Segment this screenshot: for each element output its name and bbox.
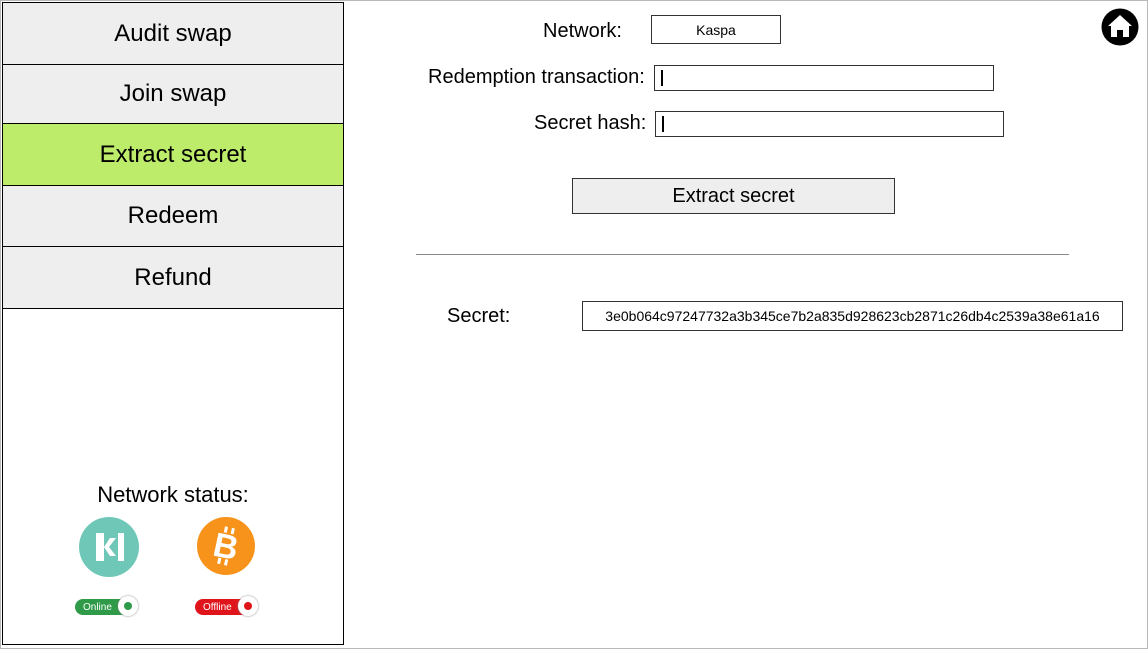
secret-output[interactable]: 3e0b064c97247732a3b345ce7b2a835d928623cb… xyxy=(582,301,1123,331)
redemption-transaction-input[interactable] xyxy=(654,65,994,91)
kaspa-status-toggle[interactable]: Online xyxy=(75,596,138,616)
sidebar-item-refund[interactable]: Refund xyxy=(3,247,343,309)
bitcoin-status-label: Offline xyxy=(203,601,232,613)
sidebar-item-audit-swap[interactable]: Audit swap xyxy=(3,3,343,65)
bitcoin-status-toggle[interactable]: Offline xyxy=(195,596,258,616)
secret-label: Secret: xyxy=(447,305,511,327)
sidebar-item-extract-secret[interactable]: Extract secret xyxy=(3,124,343,186)
sidebar: Audit swap Join swap Extract secret Rede… xyxy=(2,2,344,645)
toggle-knob xyxy=(238,596,258,616)
secret-hash-label: Secret hash: xyxy=(534,112,647,134)
network-status-title: Network status: xyxy=(97,482,249,507)
kaspa-icon xyxy=(79,517,139,577)
secret-hash-input[interactable] xyxy=(655,111,1004,137)
home-icon[interactable] xyxy=(1101,8,1139,46)
redemption-transaction-label: Redemption transaction: xyxy=(428,66,645,88)
sidebar-item-redeem[interactable]: Redeem xyxy=(3,186,343,247)
network-select[interactable]: Kaspa xyxy=(651,15,781,44)
divider xyxy=(416,254,1069,255)
bitcoin-icon: B xyxy=(197,517,255,575)
toggle-knob xyxy=(118,596,138,616)
extract-secret-button[interactable]: Extract secret xyxy=(572,178,895,214)
sidebar-item-join-swap[interactable]: Join swap xyxy=(3,65,343,124)
kaspa-status-label: Online xyxy=(83,601,112,613)
network-label: Network: xyxy=(543,20,622,42)
